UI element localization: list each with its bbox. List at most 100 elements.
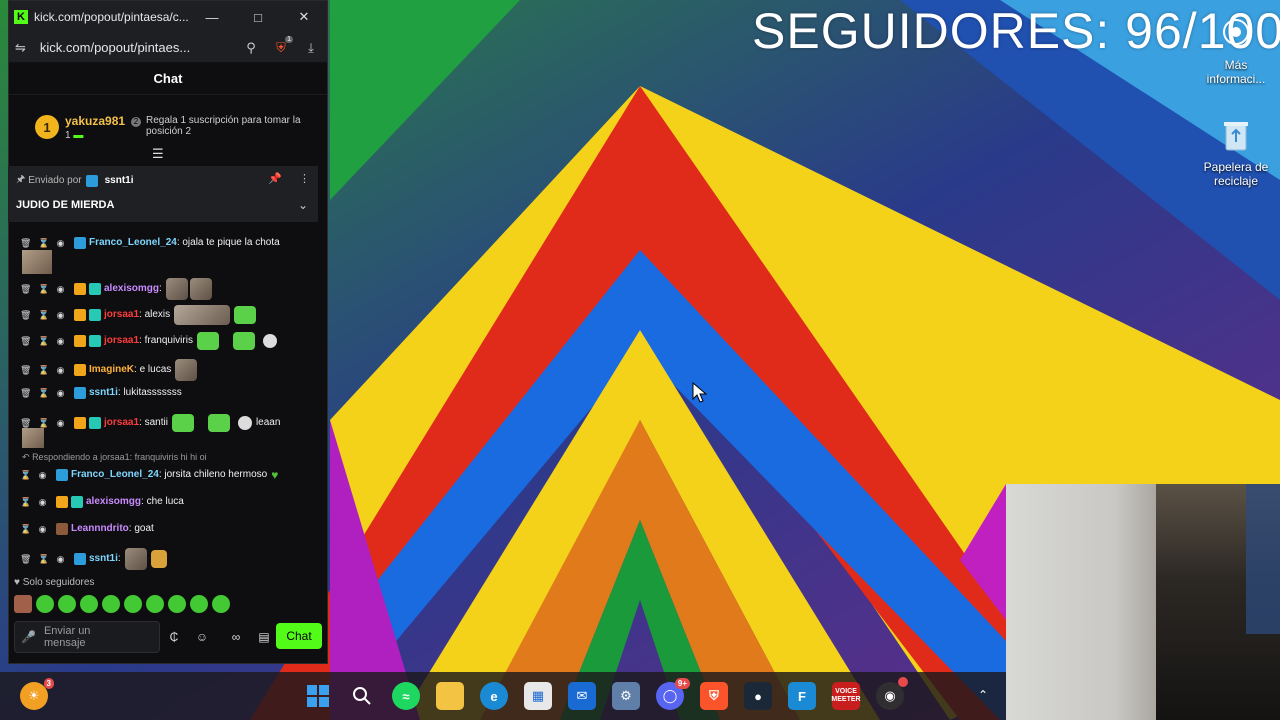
- settings-icon[interactable]: ⚙: [612, 682, 640, 710]
- steam-icon[interactable]: ●: [744, 682, 772, 710]
- emote-button[interactable]: [102, 595, 120, 613]
- voicemeeter-icon[interactable]: VOICE MEETER: [831, 682, 861, 710]
- ban-icon[interactable]: ◉: [38, 468, 47, 482]
- chat-username[interactable]: alexisomgg: [86, 495, 141, 509]
- emoji-icon[interactable]: ☺: [188, 630, 216, 644]
- ban-icon[interactable]: ◉: [56, 334, 65, 348]
- delete-icon[interactable]: 🗑: [20, 308, 31, 322]
- obs-icon[interactable]: ◉: [876, 677, 908, 710]
- chat-username[interactable]: jorsaa1: [104, 334, 139, 348]
- chat-username[interactable]: Franco_Leonel_24: [89, 236, 177, 250]
- minimize-button[interactable]: —: [189, 1, 235, 33]
- timeout-icon[interactable]: ⌛: [38, 282, 49, 296]
- chat-message[interactable]: ⌛ ◉ alexisomgg : che luca: [20, 495, 184, 509]
- timeout-icon[interactable]: ⌛: [38, 308, 49, 322]
- filter-icon[interactable]: ☰: [152, 146, 164, 162]
- chat-username[interactable]: alexisomgg: [104, 282, 159, 296]
- delete-icon[interactable]: 🗑: [20, 282, 31, 296]
- gift-sub-cta[interactable]: 2 Regala 1 suscripción para tomar la pos…: [131, 115, 301, 137]
- chat-username[interactable]: ssnt1i: [89, 552, 118, 566]
- microsoft-store-icon[interactable]: ▦: [524, 682, 552, 710]
- emote-button[interactable]: [14, 595, 32, 613]
- maximize-button[interactable]: □: [235, 1, 281, 33]
- desktop-icon-recycle-bin[interactable]: Papelera de reciclaje: [1198, 116, 1274, 188]
- delete-icon[interactable]: 🗑: [20, 236, 31, 250]
- timeout-icon[interactable]: ⌛: [38, 236, 49, 250]
- ban-icon[interactable]: ◉: [56, 308, 65, 322]
- microphone-icon[interactable]: 🎤: [21, 630, 36, 644]
- chat-username[interactable]: jorsaa1: [104, 416, 139, 430]
- chat-message[interactable]: 🗑 ⌛ ◉ ssnt1i :: [20, 548, 167, 570]
- zoom-icon[interactable]: ⚲: [241, 40, 261, 56]
- weather-widget-icon[interactable]: ☀ 3: [20, 678, 54, 710]
- chat-message[interactable]: 🗑 ⌛ ◉ ssnt1i : lukitasssssss: [20, 386, 182, 400]
- delete-icon[interactable]: 🗑: [20, 363, 31, 377]
- emote-button[interactable]: [146, 595, 164, 613]
- chat-message[interactable]: 🗑 ⌛ ◉ Franco_Leonel_24 : ojala te pique …: [20, 236, 280, 250]
- delete-icon[interactable]: 🗑: [20, 386, 31, 400]
- pinned-message[interactable]: 🖈 Enviado por ssnt1i JUDIO DE MIERDA 📌 ⋮…: [8, 166, 318, 222]
- edge-icon[interactable]: e: [480, 682, 508, 710]
- url-field[interactable]: kick.com/popout/pintaes...: [40, 40, 231, 55]
- chat-message[interactable]: ⌛ ◉ Leannndrito : goat: [20, 522, 154, 536]
- timeout-icon[interactable]: ⌛: [38, 386, 49, 400]
- emote-button[interactable]: [190, 595, 208, 613]
- ban-icon[interactable]: ◉: [56, 236, 65, 250]
- desktop-icon-more-info[interactable]: Más informaci...: [1198, 14, 1274, 86]
- search-icon[interactable]: [348, 682, 376, 710]
- timeout-icon[interactable]: ⌛: [20, 495, 31, 509]
- download-icon[interactable]: ⤓: [301, 40, 321, 56]
- timeout-icon[interactable]: ⌛: [38, 552, 49, 566]
- timeout-icon[interactable]: ⌛: [38, 334, 49, 348]
- timeout-icon[interactable]: ⌛: [20, 522, 31, 536]
- emote-button[interactable]: [36, 595, 54, 613]
- chat-message[interactable]: 🗑 ⌛ ◉ jorsaa1 : alexis: [20, 305, 257, 325]
- system-tray-chevron-icon[interactable]: ⌃: [978, 688, 988, 702]
- more-options-icon[interactable]: ⋮: [299, 173, 310, 185]
- chat-message[interactable]: ⌛ ◉ Franco_Leonel_24 : jorsita chileno h…: [20, 468, 278, 482]
- chevron-down-icon[interactable]: ⌄: [298, 198, 308, 212]
- app-f-icon[interactable]: F: [788, 682, 816, 710]
- chat-username[interactable]: Leannndrito: [71, 522, 129, 536]
- discord-icon[interactable]: ◯ 9+: [656, 678, 690, 710]
- close-button[interactable]: ✕: [281, 1, 327, 33]
- file-explorer-icon[interactable]: [436, 682, 464, 710]
- delete-icon[interactable]: 🗑: [20, 334, 31, 348]
- chat-message[interactable]: 🗑 ⌛ ◉ alexisomgg :: [20, 278, 212, 300]
- chat-message[interactable]: 🗑 ⌛ ◉ jorsaa1 : santii leaan: [20, 414, 280, 432]
- site-settings-icon[interactable]: ⇋: [15, 40, 26, 56]
- brave-shield-icon[interactable]: ⛨ 1: [271, 35, 293, 56]
- send-chat-button[interactable]: Chat: [276, 623, 322, 649]
- rewards-icon[interactable]: ∞: [222, 630, 250, 644]
- reply-context[interactable]: ↶ Respondiendo a jorsaa1: franquiviris h…: [22, 452, 207, 463]
- timeout-icon[interactable]: ⌛: [38, 363, 49, 377]
- delete-icon[interactable]: 🗑: [20, 552, 31, 566]
- chat-username[interactable]: ImagineK: [89, 363, 134, 377]
- emote-button[interactable]: [212, 595, 230, 613]
- chat-message-input[interactable]: 🎤 Enviar un mensaje: [14, 621, 160, 653]
- chat-username[interactable]: jorsaa1: [104, 308, 139, 322]
- unpin-icon[interactable]: 📌: [268, 173, 282, 185]
- ban-icon[interactable]: ◉: [56, 386, 65, 400]
- chat-username[interactable]: Franco_Leonel_24: [71, 468, 159, 482]
- chat-message[interactable]: 🗑 ⌛ ◉ ImagineK : e lucas: [20, 359, 198, 381]
- emote-button[interactable]: [80, 595, 98, 613]
- translate-icon[interactable]: ₵: [160, 630, 188, 644]
- brave-icon[interactable]: ⛨: [700, 682, 728, 710]
- emote-button[interactable]: [168, 595, 186, 613]
- ban-icon[interactable]: ◉: [56, 282, 65, 296]
- ban-icon[interactable]: ◉: [56, 416, 65, 430]
- ban-icon[interactable]: ◉: [38, 495, 47, 509]
- start-icon[interactable]: [304, 682, 332, 710]
- store-icon[interactable]: ▤: [250, 630, 278, 644]
- top-gifter-leaderboard[interactable]: 1 yakuza981 1 ▬ 2 Regala 1 suscripción p…: [9, 95, 327, 159]
- emote-button[interactable]: [124, 595, 142, 613]
- emote-button[interactable]: [58, 595, 76, 613]
- chat-username[interactable]: ssnt1i: [89, 386, 118, 400]
- spotify-icon[interactable]: ≈: [392, 682, 420, 710]
- chat-message[interactable]: 🗑 ⌛ ◉ jorsaa1 : franquiviris: [20, 332, 277, 350]
- outlook-icon[interactable]: ✉: [568, 682, 596, 710]
- ban-icon[interactable]: ◉: [56, 363, 65, 377]
- ban-icon[interactable]: ◉: [56, 552, 65, 566]
- pinned-author[interactable]: ssnt1i: [105, 175, 134, 186]
